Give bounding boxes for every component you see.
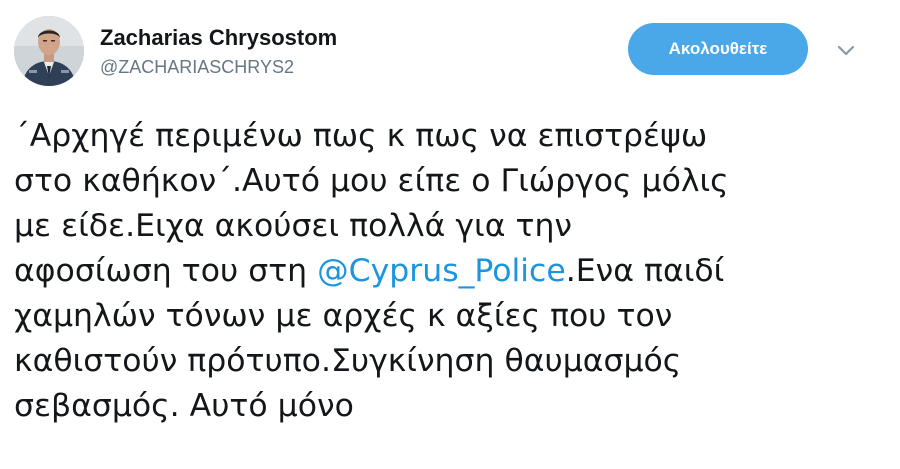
tweet-line: στο καθήκον΄.Αυτό μου είπε ο Γιώργος μόλ…	[14, 163, 729, 199]
chevron-down-icon[interactable]	[834, 38, 858, 62]
mention-link[interactable]: @Cyprus_Police	[317, 253, 566, 289]
following-button[interactable]: Ακολουθείτε	[628, 23, 808, 75]
tweet-line: με είδε.Ειχα ακούσει πολλά για την	[14, 208, 573, 244]
tweet-line: ΄Αρχηγέ περιμένω πως κ πως να επιστρέψω	[14, 118, 708, 154]
tweet-text: ΄Αρχηγέ περιμένω πως κ πως να επιστρέψω …	[14, 114, 894, 429]
tweet-text-fragment: .Ενα παιδί	[565, 253, 725, 289]
tweet-card: Zacharias Chrysostom @ZACHARIASCHRYS2 Ακ…	[0, 0, 900, 469]
tweet-line: σεβασμός. Αυτό μόνο	[14, 388, 354, 424]
author-names[interactable]: Zacharias Chrysostom @ZACHARIASCHRYS2	[100, 25, 337, 79]
profile-photo-icon	[14, 16, 84, 86]
tweet-line-with-mention: αφοσίωση του στη @Cyprus_Police.Ενα παιδ…	[14, 249, 894, 294]
user-handle[interactable]: @ZACHARIASCHRYS2	[100, 55, 337, 79]
tweet-line: χαμηλών τόνων με αρχές κ αξίες που τον	[14, 298, 673, 334]
tweet-line: καθιστούν πρότυπο.Συγκίνηση θαυμασμός	[14, 343, 682, 379]
display-name[interactable]: Zacharias Chrysostom	[100, 25, 337, 51]
tweet-text-fragment: αφοσίωση του στη	[14, 253, 318, 289]
avatar[interactable]	[14, 16, 84, 86]
tweet-header: Zacharias Chrysostom @ZACHARIASCHRYS2 Ακ…	[14, 16, 886, 92]
